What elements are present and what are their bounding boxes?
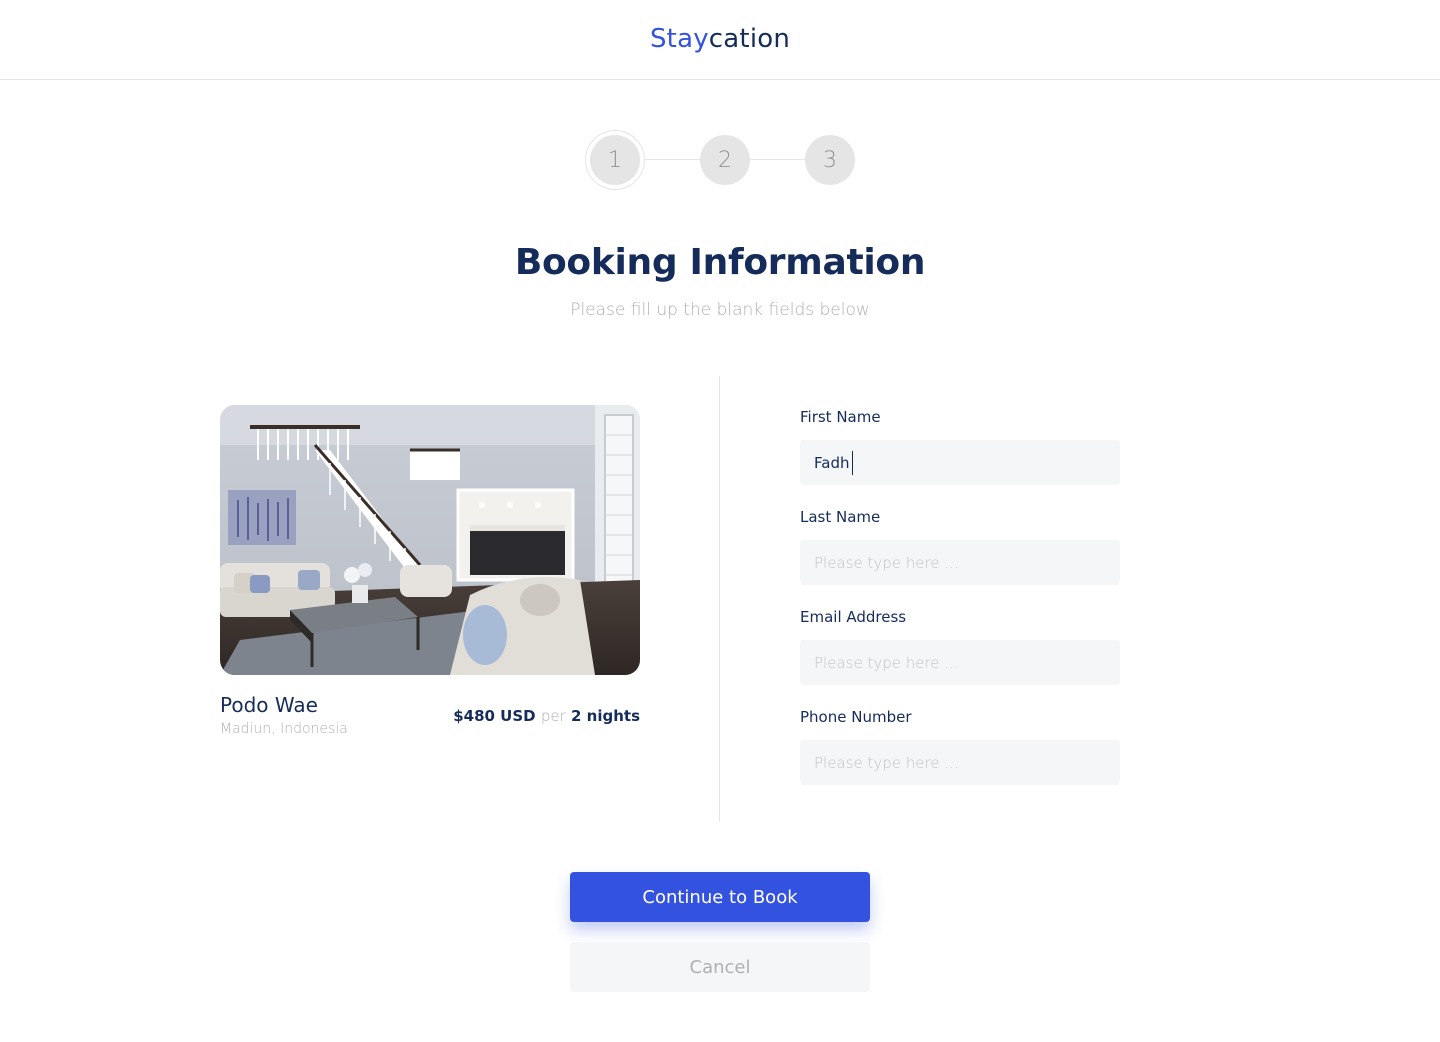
- step-1: 1: [590, 135, 640, 185]
- booking-stepper: 1 2 3: [0, 130, 1440, 190]
- phone-input[interactable]: [800, 740, 1120, 785]
- price-amount: $480 USD: [453, 707, 536, 725]
- price-per: per: [540, 707, 566, 725]
- page-subtitle: Please fill up the blank fields below: [570, 300, 870, 320]
- property-price: $480 USD per 2 nights: [453, 707, 640, 725]
- cancel-button[interactable]: Cancel: [570, 942, 870, 992]
- page-title: Booking Information: [514, 242, 926, 283]
- step-3: 3: [805, 135, 855, 185]
- price-duration: 2 nights: [571, 707, 640, 725]
- top-header: Staycation: [0, 0, 1440, 80]
- column-divider: [719, 376, 720, 822]
- continue-to-book-button[interactable]: Continue to Book: [570, 872, 870, 922]
- email-input[interactable]: [800, 640, 1120, 685]
- step-1-label: 1: [608, 147, 622, 173]
- brand-logo-part1: Stay: [649, 24, 709, 54]
- first-name-input[interactable]: [800, 440, 1120, 485]
- step-2-label: 2: [718, 147, 732, 173]
- property-name: Podo Wae: [220, 693, 318, 717]
- last-name-input[interactable]: [800, 540, 1120, 585]
- last-name-label: Last Name: [800, 508, 881, 526]
- brand-logo[interactable]: Staycation: [0, 24, 1440, 54]
- property-photo: [220, 405, 640, 675]
- text-cursor: [852, 451, 853, 475]
- step-3-label: 3: [823, 147, 837, 173]
- step-2: 2: [700, 135, 750, 185]
- property-location: Madiun, Indonesia: [220, 721, 348, 737]
- phone-label: Phone Number: [800, 708, 912, 726]
- email-label: Email Address: [800, 608, 907, 626]
- brand-logo-part2: cation: [708, 24, 791, 54]
- first-name-label: First Name: [800, 408, 881, 426]
